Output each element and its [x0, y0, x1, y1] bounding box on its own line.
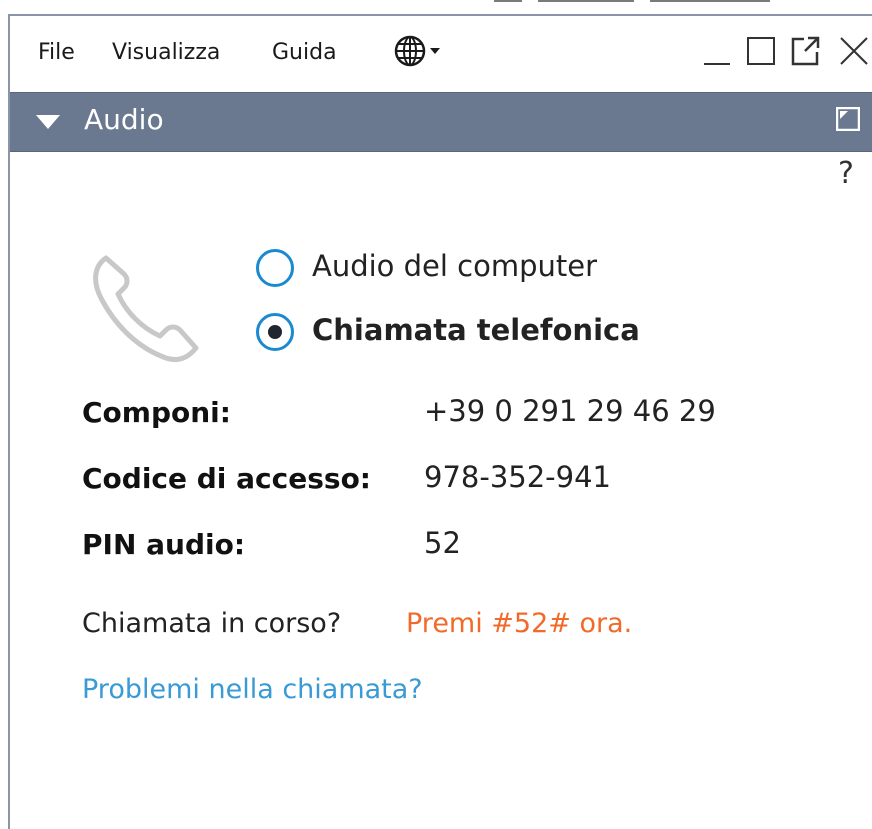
option-phone-call-label: Chiamata telefonica	[312, 313, 640, 347]
dial-label: Componi:	[82, 396, 231, 429]
radio-phone-call[interactable]	[256, 313, 294, 351]
option-phone-call[interactable]: Chiamata telefonica	[256, 313, 756, 353]
radio-computer-audio[interactable]	[256, 249, 294, 287]
globe-icon	[394, 35, 440, 67]
audio-window: File Visualizza Guida Audio ? Audio del …	[8, 14, 872, 829]
dial-number: +39 0 291 29 46 29	[424, 394, 716, 428]
close-button[interactable]	[838, 34, 868, 68]
help-button[interactable]: ?	[838, 156, 854, 191]
menubar: File Visualizza Guida	[10, 16, 872, 90]
background-window-edge	[494, 0, 522, 10]
background-window-edge	[538, 0, 634, 10]
access-code-label: Codice di accesso:	[82, 462, 371, 495]
panel-title: Audio	[84, 103, 164, 136]
call-in-progress-question: Chiamata in corso?	[82, 608, 342, 639]
audio-panel-header[interactable]: Audio	[10, 92, 872, 152]
audio-pin-value: 52	[424, 526, 461, 560]
radio-selected-dot	[268, 325, 282, 339]
language-menu-button[interactable]	[393, 33, 443, 69]
popout-icon	[791, 36, 820, 66]
access-code-value: 978-352-941	[424, 460, 611, 494]
maximize-button[interactable]	[746, 34, 776, 68]
phone-icon	[93, 255, 199, 363]
chevron-down-icon	[430, 48, 440, 54]
popout-button[interactable]	[790, 34, 820, 68]
option-computer-audio[interactable]: Audio del computer	[256, 249, 756, 289]
close-icon	[840, 37, 868, 65]
menu-visualizza[interactable]: Visualizza	[112, 40, 220, 65]
audio-pin-label: PIN audio:	[82, 528, 246, 561]
minimize-button[interactable]	[702, 34, 732, 68]
option-computer-audio-label: Audio del computer	[312, 249, 598, 283]
menu-guida[interactable]: Guida	[272, 40, 337, 65]
background-window-edge	[650, 0, 770, 10]
press-code-link[interactable]: Premi #52# ora.	[406, 608, 632, 639]
expand-panel-icon[interactable]	[836, 107, 860, 131]
menu-file[interactable]: File	[38, 40, 75, 65]
background-window-strip	[0, 0, 872, 14]
minimize-icon	[704, 63, 730, 65]
call-problems-link[interactable]: Problemi nella chiamata?	[82, 674, 423, 705]
collapse-caret-icon	[36, 115, 60, 129]
maximize-icon	[747, 37, 775, 65]
